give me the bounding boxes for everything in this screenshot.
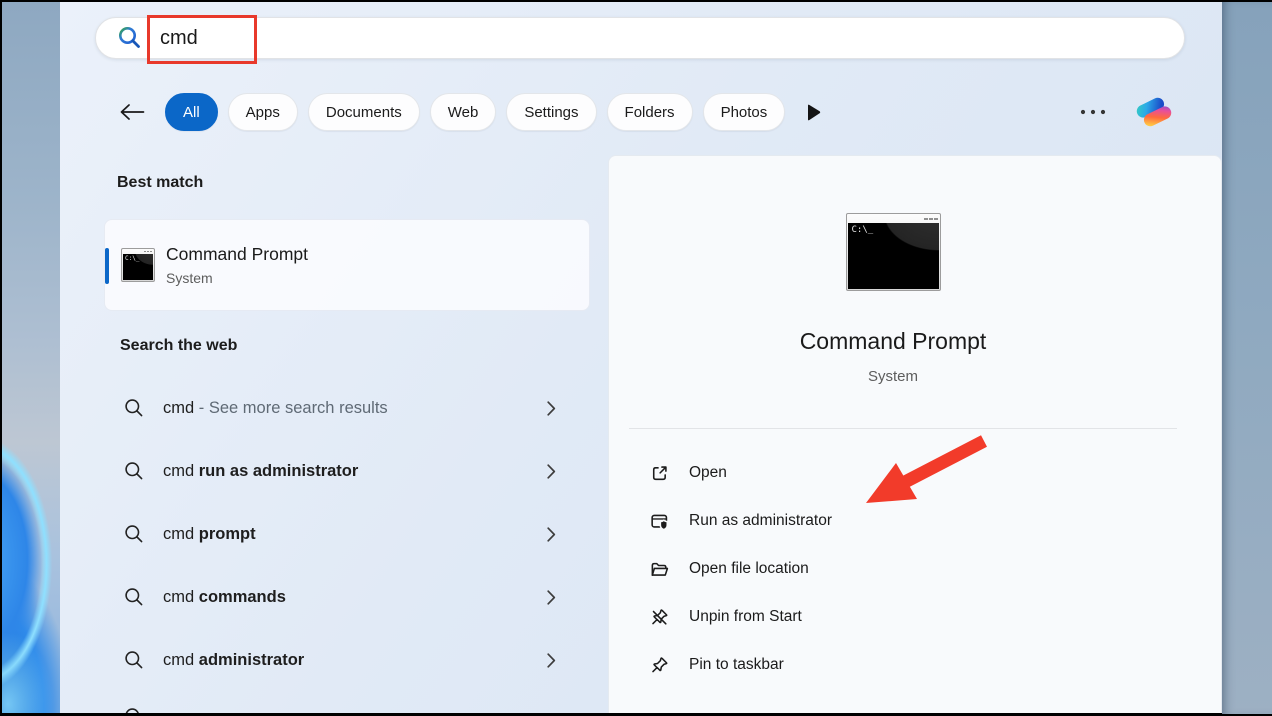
suggestion-text: cmd administrator xyxy=(163,651,304,670)
web-suggestion-see-more[interactable]: cmd - See more search results xyxy=(100,385,570,431)
copilot-icon xyxy=(1133,91,1175,133)
folder-icon xyxy=(649,559,670,580)
expand-filters-button[interactable] xyxy=(805,103,822,122)
suggestion-text: cmd run as administrator xyxy=(163,462,358,481)
back-icon xyxy=(118,101,146,123)
action-run-as-administrator[interactable]: Run as administrator xyxy=(609,497,1177,545)
open-external-icon xyxy=(649,463,670,484)
chevron-right-icon xyxy=(547,590,556,605)
tab-apps[interactable]: Apps xyxy=(228,93,298,131)
chevron-right-icon xyxy=(547,653,556,668)
best-match-text: Command Prompt System xyxy=(166,244,308,286)
detail-subtitle: System xyxy=(868,368,918,385)
search-web-heading: Search the web xyxy=(120,337,237,355)
search-icon xyxy=(124,587,144,607)
tab-label: Settings xyxy=(524,104,578,121)
action-open[interactable]: Open xyxy=(609,449,1177,497)
action-unpin-from-start[interactable]: Unpin from Start xyxy=(609,593,1177,641)
tab-photos[interactable]: Photos xyxy=(703,93,786,131)
tab-web[interactable]: Web xyxy=(430,93,497,131)
unpin-icon xyxy=(649,607,670,628)
action-open-file-location[interactable]: Open file location xyxy=(609,545,1177,593)
more-options-button[interactable] xyxy=(1079,108,1107,116)
action-pin-to-taskbar[interactable]: Pin to taskbar xyxy=(609,641,1177,689)
copilot-button[interactable] xyxy=(1133,91,1175,133)
tab-label: All xyxy=(183,104,200,121)
desktop-wallpaper-right xyxy=(1222,2,1272,714)
tab-folders[interactable]: Folders xyxy=(607,93,693,131)
best-match-result[interactable]: C:\_ Command Prompt System xyxy=(104,219,590,311)
tab-label: Web xyxy=(448,104,479,121)
tab-label: Documents xyxy=(326,104,402,121)
action-list: Open Run as administrator Open fi xyxy=(609,449,1177,689)
desktop-wallpaper-left xyxy=(2,2,60,713)
command-prompt-icon: C:\_ xyxy=(121,248,155,282)
tab-label: Folders xyxy=(625,104,675,121)
action-label: Pin to taskbar xyxy=(689,656,784,674)
action-label: Open file location xyxy=(689,560,809,578)
best-match-title: Command Prompt xyxy=(166,244,308,265)
action-label: Run as administrator xyxy=(689,512,832,530)
suggestion-text: cmd - See more search results xyxy=(163,399,388,418)
search-input[interactable]: cmd xyxy=(95,17,1185,59)
best-match-heading: Best match xyxy=(117,174,203,192)
search-filter-tabs: All Apps Documents Web Settings Folders … xyxy=(60,89,1222,135)
search-icon xyxy=(124,398,144,418)
windows-search-screen: cmd All Apps Documents Web Settings Fold… xyxy=(0,0,1272,716)
search-icon xyxy=(124,707,144,713)
best-match-subtitle: System xyxy=(166,270,308,286)
pin-icon xyxy=(649,655,670,676)
suggestion-text: cmd commands xyxy=(163,588,286,607)
chevron-right-icon xyxy=(547,464,556,479)
result-detail-panel: C:\_ Command Prompt System Open xyxy=(608,155,1222,713)
chevron-right-icon xyxy=(547,527,556,542)
more-options-icon xyxy=(1079,108,1107,116)
web-suggestion-run-as-administrator[interactable]: cmd run as administrator xyxy=(100,448,570,494)
search-icon xyxy=(124,524,144,544)
web-suggestion-prompt[interactable]: cmd prompt xyxy=(100,511,570,557)
tab-label: Apps xyxy=(246,104,280,121)
command-prompt-icon-large: C:\_ xyxy=(846,213,941,291)
annotation-highlight-box xyxy=(147,15,257,64)
chevron-right-icon xyxy=(547,401,556,416)
web-suggestion-administrator[interactable]: cmd administrator xyxy=(100,637,570,683)
detail-title: Command Prompt xyxy=(800,328,987,355)
selection-accent-bar xyxy=(105,248,109,284)
search-icon xyxy=(124,461,144,481)
tab-settings[interactable]: Settings xyxy=(506,93,596,131)
expand-filters-icon xyxy=(805,103,822,122)
suggestion-text: cmd prompt xyxy=(163,525,256,544)
web-suggestion-commands[interactable]: cmd commands xyxy=(100,574,570,620)
tab-documents[interactable]: Documents xyxy=(308,93,420,131)
action-label: Open xyxy=(689,464,727,482)
action-label: Unpin from Start xyxy=(689,608,802,626)
tab-label: Photos xyxy=(721,104,768,121)
search-icon xyxy=(117,25,143,51)
divider xyxy=(629,428,1177,429)
web-suggestion-partial[interactable] xyxy=(100,694,570,713)
search-icon xyxy=(124,650,144,670)
back-button[interactable] xyxy=(117,97,147,127)
run-as-admin-icon xyxy=(649,511,670,532)
search-flyout-panel: cmd All Apps Documents Web Settings Fold… xyxy=(60,2,1222,713)
tab-all[interactable]: All xyxy=(165,93,218,131)
